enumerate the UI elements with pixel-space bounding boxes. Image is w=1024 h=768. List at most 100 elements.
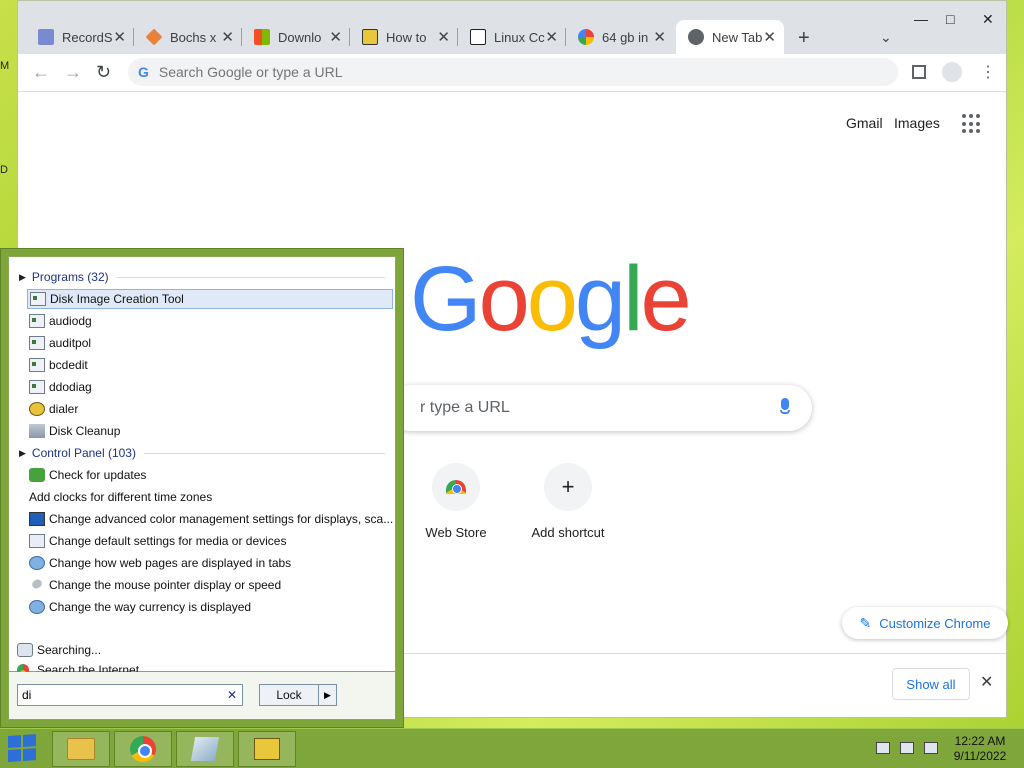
list-item[interactable]: Add clocks for different time zones — [27, 487, 393, 507]
lock-button[interactable]: Lock — [259, 684, 319, 706]
expand-triangle-icon: ▶ — [19, 271, 26, 282]
maximize-button[interactable]: □ — [946, 11, 954, 27]
tab-strip: RecordS ✕ Bochs x ✕ Downlo ✕ How to ✕ Li… — [18, 1, 1006, 54]
tab-close-icon[interactable]: ✕ — [329, 28, 342, 46]
tab-search-chevron-icon[interactable]: ⌄ — [880, 29, 892, 46]
google-g-icon: G — [138, 64, 149, 80]
list-item[interactable]: audiodg — [27, 311, 393, 331]
back-arrow-icon[interactable]: ← — [32, 62, 50, 83]
customize-chrome-button[interactable]: ✎ Customize Chrome — [842, 607, 1008, 639]
list-item[interactable]: Change advanced color management setting… — [27, 509, 393, 529]
tab[interactable]: How to ✕ — [350, 20, 458, 54]
start-search-input[interactable] — [22, 688, 212, 702]
tab-close-icon[interactable]: ✕ — [653, 28, 666, 46]
browser-toolbar: ← → ↻ G ⋮ — [18, 54, 1006, 92]
shortcut-web-store[interactable]: Web Store — [406, 463, 506, 540]
list-item[interactable]: Disk Cleanup — [27, 421, 393, 441]
taskbar-file-explorer[interactable] — [52, 731, 110, 767]
clock-time: 12:22 AM — [954, 734, 1006, 748]
tab[interactable]: Downlo ✕ — [242, 20, 350, 54]
more-menu-icon[interactable]: ⋮ — [980, 62, 996, 82]
tab-new-tab-active[interactable]: New Tab ✕ — [676, 20, 784, 54]
item-label: audiodg — [49, 314, 92, 328]
window-icon — [29, 314, 45, 328]
power-options-arrow-icon[interactable]: ▶ — [318, 684, 337, 706]
images-link[interactable]: Images — [894, 115, 940, 131]
list-item[interactable]: Check for updates — [27, 465, 393, 485]
profile-avatar-icon[interactable] — [942, 62, 962, 82]
item-label: Check for updates — [49, 468, 147, 482]
logo-letter: G — [410, 248, 482, 350]
speaker-muted-icon[interactable] — [876, 742, 890, 754]
ntp-search-box[interactable]: r type a URL — [388, 385, 812, 431]
network-icon[interactable] — [900, 742, 914, 754]
archive-box-icon — [254, 738, 280, 760]
mouse-icon — [29, 578, 45, 592]
list-item[interactable]: Change default settings for media or dev… — [27, 531, 393, 551]
tab-title: Downlo — [278, 29, 322, 45]
window-icon — [29, 380, 45, 394]
system-clock[interactable]: 12:22 AM 9/11/2022 — [948, 734, 1012, 764]
clear-search-icon[interactable]: ✕ — [227, 688, 237, 702]
shortcut-label: Add shortcut — [531, 525, 605, 540]
tab-title: Bochs x — [170, 29, 217, 45]
list-item[interactable]: dialer — [27, 399, 393, 419]
ntp-search-placeholder: r type a URL — [420, 399, 510, 416]
address-bar[interactable]: G — [128, 58, 898, 86]
desktop-icon-label: M — [0, 60, 10, 72]
list-item[interactable]: Change the mouse pointer display or spee… — [27, 575, 393, 595]
action-center-flag-icon[interactable] — [924, 742, 938, 754]
close-icon[interactable]: ✕ — [980, 672, 993, 692]
list-item[interactable]: ddodiag — [27, 377, 393, 397]
tab[interactable]: RecordS ✕ — [26, 20, 134, 54]
list-item[interactable]: Change the way currency is displayed — [27, 597, 393, 617]
tab[interactable]: Linux Cc ✕ — [458, 20, 566, 54]
shortcut-add[interactable]: + Add shortcut — [518, 463, 618, 540]
tab-close-icon[interactable]: ✕ — [221, 28, 234, 46]
starman-favicon-icon — [470, 29, 486, 45]
new-tab-plus-icon[interactable]: + — [798, 27, 810, 50]
tab-title: 64 gb in — [602, 29, 649, 45]
google-apps-grid-icon[interactable] — [962, 114, 982, 134]
address-input[interactable] — [158, 64, 839, 80]
microphone-icon[interactable] — [780, 398, 790, 416]
globe-icon — [29, 556, 45, 570]
start-search-box[interactable]: ✕ — [17, 684, 243, 706]
forward-arrow-icon[interactable]: → — [64, 62, 82, 83]
list-item[interactable]: bcdedit — [27, 355, 393, 375]
item-label: Change how web pages are displayed in ta… — [49, 556, 292, 570]
pencil-icon: ✎ — [859, 614, 872, 631]
show-all-button[interactable]: Show all — [892, 668, 970, 700]
customize-label: Customize Chrome — [879, 615, 991, 631]
list-item[interactable]: Disk Image Creation Tool — [27, 289, 393, 309]
tab[interactable]: 64 gb in ✕ — [566, 20, 674, 54]
list-item[interactable]: Change how web pages are displayed in ta… — [27, 553, 393, 573]
phone-icon — [29, 402, 45, 416]
logo-letter: g — [574, 248, 626, 350]
minimize-button[interactable]: — — [914, 11, 928, 27]
control-panel-group-header[interactable]: ▶ Control Panel (103) — [19, 446, 385, 460]
taskbar-chrome[interactable] — [114, 731, 172, 767]
tab-close-icon[interactable]: ✕ — [437, 28, 450, 46]
close-window-button[interactable]: ✕ — [982, 11, 994, 28]
folder-icon — [67, 738, 95, 760]
reload-icon[interactable]: ↻ — [96, 62, 111, 83]
recorder-favicon-icon — [38, 29, 54, 45]
search-results-panel: ▶ Programs (32) Disk Image Creation Tool… — [8, 256, 396, 677]
logo-letter: o — [478, 248, 530, 350]
programs-group-header[interactable]: ▶ Programs (32) — [19, 270, 385, 284]
item-label: bcdedit — [49, 358, 88, 372]
web-store-icon — [432, 463, 480, 511]
tab-close-icon[interactable]: ✕ — [113, 28, 126, 46]
item-label: Change advanced color management setting… — [49, 512, 393, 526]
gmail-link[interactable]: Gmail — [846, 115, 883, 131]
windows-start-icon[interactable] — [8, 734, 38, 764]
taskbar-archive[interactable] — [238, 731, 296, 767]
list-item[interactable]: auditpol — [27, 333, 393, 353]
tab-close-icon[interactable]: ✕ — [545, 28, 558, 46]
item-label: ddodiag — [49, 380, 92, 394]
tab-close-icon[interactable]: ✕ — [763, 28, 776, 46]
tab[interactable]: Bochs x ✕ — [134, 20, 242, 54]
taskbar-notepad[interactable] — [176, 731, 234, 767]
side-panel-icon[interactable] — [912, 65, 926, 79]
